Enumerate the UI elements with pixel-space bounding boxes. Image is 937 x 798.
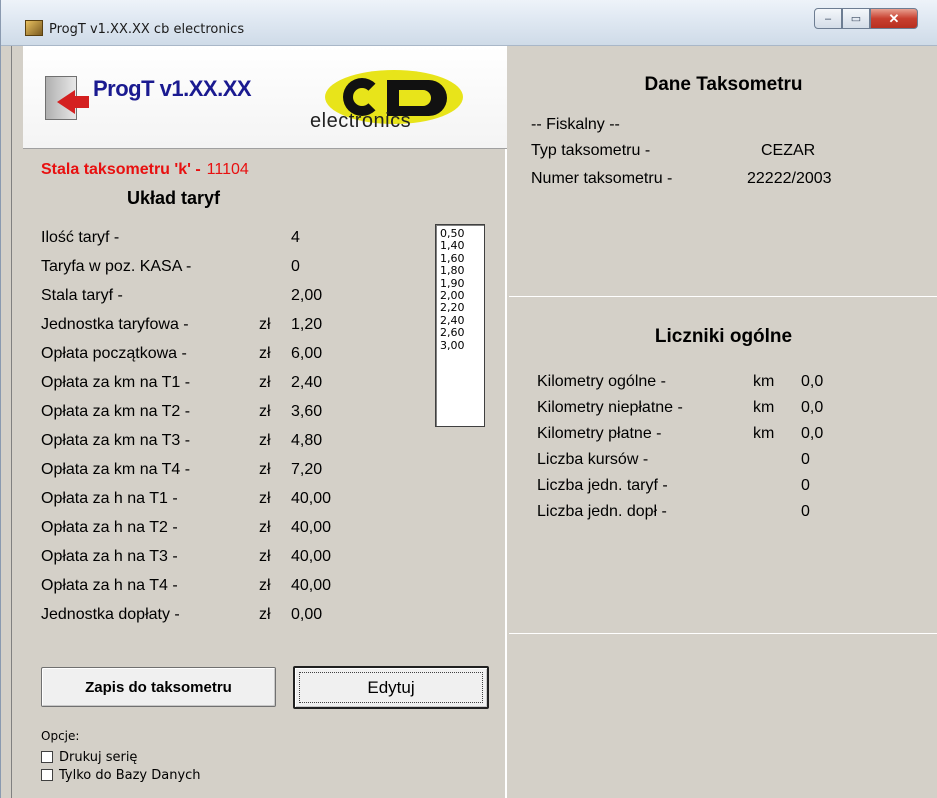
minimize-button[interactable]: – bbox=[814, 8, 842, 29]
counter-value: 0 bbox=[801, 503, 810, 520]
taximeter-constant: Stala taksometru 'k' - 11104 bbox=[41, 161, 249, 179]
counter-value: 0,0 bbox=[801, 373, 824, 390]
counter-value: 0 bbox=[801, 451, 810, 468]
taximeter-type-value: CEZAR bbox=[761, 142, 816, 159]
cb-logo-b-counter bbox=[399, 90, 431, 106]
focus-rect bbox=[299, 672, 483, 703]
tariff-row-currency: zł bbox=[259, 461, 271, 478]
counters-panel: Liczniki ogólne Kilometry ogólne - km 0,0 K… bbox=[509, 298, 937, 634]
tariff-row-currency: zł bbox=[259, 490, 271, 507]
tariff-row-label: Opłata początkowa - bbox=[41, 345, 187, 362]
tariff-row-label: Taryfa w poz. KASA - bbox=[41, 258, 192, 275]
tariff-row-label: Ilość taryf - bbox=[41, 229, 120, 246]
tariff-row-label: Jednostka dopłaty - bbox=[41, 606, 180, 623]
counters-title: Liczniki ogólne bbox=[654, 326, 793, 347]
taximeter-type-label: Typ taksometru - bbox=[531, 142, 651, 159]
counter-label: Kilometry płatne - bbox=[537, 425, 662, 442]
maximize-button[interactable]: ▭ bbox=[842, 8, 870, 29]
tariff-row-label: Stala taryf - bbox=[41, 287, 123, 304]
database-only-checkbox[interactable] bbox=[41, 769, 53, 781]
window-controls: – ▭ ✕ bbox=[814, 8, 918, 29]
counter-label: Liczba jedn. dopł - bbox=[537, 503, 667, 520]
taximeter-data-title: Dane Taksometru bbox=[644, 74, 803, 95]
taximeter-constant-label: Stala taksometru 'k' - bbox=[41, 161, 201, 178]
tariff-row-label: Jednostka taryfowa - bbox=[41, 316, 189, 333]
rate-list-item[interactable]: 1,40 bbox=[440, 239, 484, 252]
save-to-taximeter-button[interactable]: Zapis do taksometru bbox=[41, 667, 276, 707]
counter-value: 0,0 bbox=[801, 399, 824, 416]
tariff-row-value: 7,20 bbox=[291, 461, 323, 478]
counter-unit: km bbox=[753, 425, 775, 442]
tariff-row-label: Opłata za km na T1 - bbox=[41, 374, 191, 391]
tariff-row-currency: zł bbox=[259, 577, 271, 594]
options-label: Opcje: bbox=[41, 729, 80, 743]
empty-panel bbox=[509, 635, 937, 798]
tariff-row-currency: zł bbox=[259, 606, 271, 623]
tariff-row-value: 3,60 bbox=[291, 403, 323, 420]
brand-subtitle: electronics bbox=[310, 110, 412, 132]
counter-unit: km bbox=[753, 399, 775, 416]
tariff-row-currency: zł bbox=[259, 519, 271, 536]
taximeter-constant-value: 11104 bbox=[206, 161, 249, 178]
fiscal-status: -- Fiskalny -- bbox=[531, 116, 620, 133]
tariff-row-value: 4,80 bbox=[291, 432, 323, 449]
rate-list-item[interactable]: 2,60 bbox=[440, 326, 484, 339]
counter-value: 0 bbox=[801, 477, 810, 494]
option-print-series[interactable]: Drukuj serię bbox=[41, 749, 137, 765]
rate-list-item[interactable]: 1,80 bbox=[440, 264, 484, 277]
counter-label: Liczba jedn. taryf - bbox=[537, 477, 668, 494]
print-series-checkbox[interactable] bbox=[41, 751, 53, 763]
tariff-row-value: 40,00 bbox=[291, 577, 332, 594]
tariff-panel: ProgT v1.XX.XX electronics Stala taksome… bbox=[23, 46, 507, 798]
taximeter-number-label: Numer taksometru - bbox=[531, 170, 673, 187]
logo-banner: ProgT v1.XX.XX electronics bbox=[23, 46, 507, 149]
tariff-row-currency: zł bbox=[259, 345, 271, 362]
tariff-row-label: Opłata za h na T2 - bbox=[41, 519, 178, 536]
exit-arrow-tail bbox=[73, 96, 89, 108]
counter-unit: km bbox=[753, 373, 775, 390]
app-logo-title: ProgT v1.XX.XX bbox=[93, 76, 252, 101]
tariff-row-value: 4 bbox=[291, 229, 300, 246]
tariff-row-value: 6,00 bbox=[291, 345, 323, 362]
tariff-row-label: Opłata za h na T4 - bbox=[41, 577, 178, 594]
title-bar[interactable]: ProgT v1.XX.XX cb electronics – ▭ ✕ bbox=[1, 0, 937, 46]
tariff-row-value: 0 bbox=[291, 258, 300, 275]
database-only-label: Tylko do Bazy Danych bbox=[59, 767, 201, 783]
tariff-row-value: 40,00 bbox=[291, 519, 332, 536]
tariff-row-label: Opłata za km na T4 - bbox=[41, 461, 191, 478]
tariff-row-label: Opłata za km na T3 - bbox=[41, 432, 191, 449]
print-series-label: Drukuj serię bbox=[59, 749, 138, 765]
tariffs-title: Układ taryf bbox=[127, 188, 221, 208]
tariff-row-value: 40,00 bbox=[291, 548, 332, 565]
counter-label: Kilometry ogólne - bbox=[537, 373, 666, 390]
window-title: ProgT v1.XX.XX cb electronics bbox=[49, 22, 245, 37]
app-window: ProgT v1.XX.XX cb electronics – ▭ ✕ Prog… bbox=[0, 0, 937, 798]
rate-listbox[interactable]: 0,50 1,40 1,60 1,80 1,90 2,00 2,20 2,40 2,60 3,00 bbox=[435, 224, 485, 427]
tariff-row-label: Opłata za km na T2 - bbox=[41, 403, 191, 420]
tariff-row-value: 0,00 bbox=[291, 606, 323, 623]
tariff-row-currency: zł bbox=[259, 432, 271, 449]
option-database-only[interactable]: Tylko do Bazy Danych bbox=[41, 767, 201, 783]
rate-list-item[interactable]: 2,20 bbox=[440, 302, 484, 315]
close-button[interactable]: ✕ bbox=[870, 8, 918, 29]
counter-label: Liczba kursów - bbox=[537, 451, 649, 468]
tariff-row-currency: zł bbox=[259, 316, 271, 333]
tariff-row-value: 40,00 bbox=[291, 490, 332, 507]
taximeter-number-value: 22222/2003 bbox=[747, 170, 832, 187]
counter-label: Kilometry niepłatne - bbox=[537, 399, 683, 416]
rate-list-item[interactable]: 3,00 bbox=[440, 339, 484, 352]
counter-value: 0,0 bbox=[801, 425, 824, 442]
app-icon[interactable] bbox=[25, 20, 43, 36]
edit-button[interactable]: Edytuj bbox=[293, 666, 489, 709]
tariff-row-label: Opłata za h na T1 - bbox=[41, 490, 178, 507]
tariff-row-label: Opłata za h na T3 - bbox=[41, 548, 178, 565]
tariff-row-currency: zł bbox=[259, 403, 271, 420]
tariff-row-value: 1,20 bbox=[291, 316, 323, 333]
tariff-row-currency: zł bbox=[259, 548, 271, 565]
tariff-row-value: 2,40 bbox=[291, 374, 323, 391]
taximeter-data-panel: Dane Taksometru -- Fiskalny -- Typ takso… bbox=[509, 46, 937, 297]
tariff-row-value: 2,00 bbox=[291, 287, 323, 304]
tariff-row-currency: zł bbox=[259, 374, 271, 391]
